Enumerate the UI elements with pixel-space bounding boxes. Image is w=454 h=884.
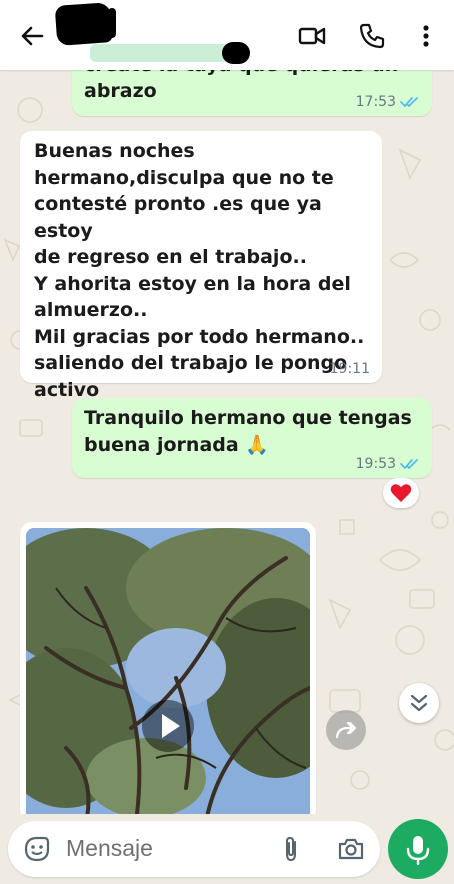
message-text: Tranquilo hermano que tengas buena jorna… [84, 407, 412, 456]
video-thumbnail[interactable] [26, 528, 310, 814]
redaction-mark [54, 2, 114, 46]
outgoing-message[interactable]: créate la taya que quieras un abrazo 17:… [72, 70, 432, 116]
message-time: 19:11 [329, 361, 370, 377]
tree-video-image [26, 528, 310, 814]
forward-button[interactable] [326, 710, 366, 750]
incoming-video-message[interactable] [20, 522, 316, 814]
message-meta: 17:53 [356, 94, 420, 110]
play-button[interactable] [142, 700, 194, 752]
forward-icon [335, 721, 357, 739]
redaction-mark [222, 42, 250, 64]
message-time: 19:53 [355, 456, 396, 472]
play-icon [162, 714, 180, 738]
read-ticks-icon [400, 459, 418, 469]
read-ticks-icon [400, 97, 418, 107]
message-list[interactable]: créate la taya que quieras un abrazo 17:… [0, 70, 454, 814]
message-meta: 19:11 [330, 361, 370, 377]
heart-icon [390, 484, 412, 502]
scroll-to-bottom-button[interactable] [399, 683, 439, 723]
phone-call-icon[interactable] [358, 22, 386, 50]
camera-icon[interactable] [336, 834, 366, 864]
heart-reaction-badge[interactable] [383, 478, 419, 508]
message-input[interactable]: Mensaje [66, 835, 153, 862]
more-options-icon[interactable] [412, 22, 440, 50]
message-composer[interactable]: Mensaje [8, 821, 380, 877]
attach-paperclip-icon[interactable] [276, 834, 306, 864]
emoji-sticker-icon[interactable] [22, 834, 52, 864]
microphone-button[interactable] [388, 819, 448, 879]
redaction-mark [108, 8, 116, 38]
double-chevron-down-icon [410, 694, 428, 712]
outgoing-message[interactable]: Tranquilo hermano que tengas buena jorna… [72, 398, 432, 478]
message-text: abrazo [84, 80, 157, 102]
message-time: 17:53 [355, 94, 396, 110]
video-call-icon[interactable] [298, 22, 326, 50]
incoming-message[interactable]: Buenas noches hermano,disculpa que no te… [20, 131, 382, 401]
message-meta: 19:53 [356, 456, 420, 472]
back-arrow-icon[interactable] [18, 22, 46, 50]
microphone-icon [406, 836, 430, 866]
chat-header: ▇▇▇▇ ▇▇▇▇▇ [0, 0, 454, 70]
redaction-mark [90, 44, 230, 62]
